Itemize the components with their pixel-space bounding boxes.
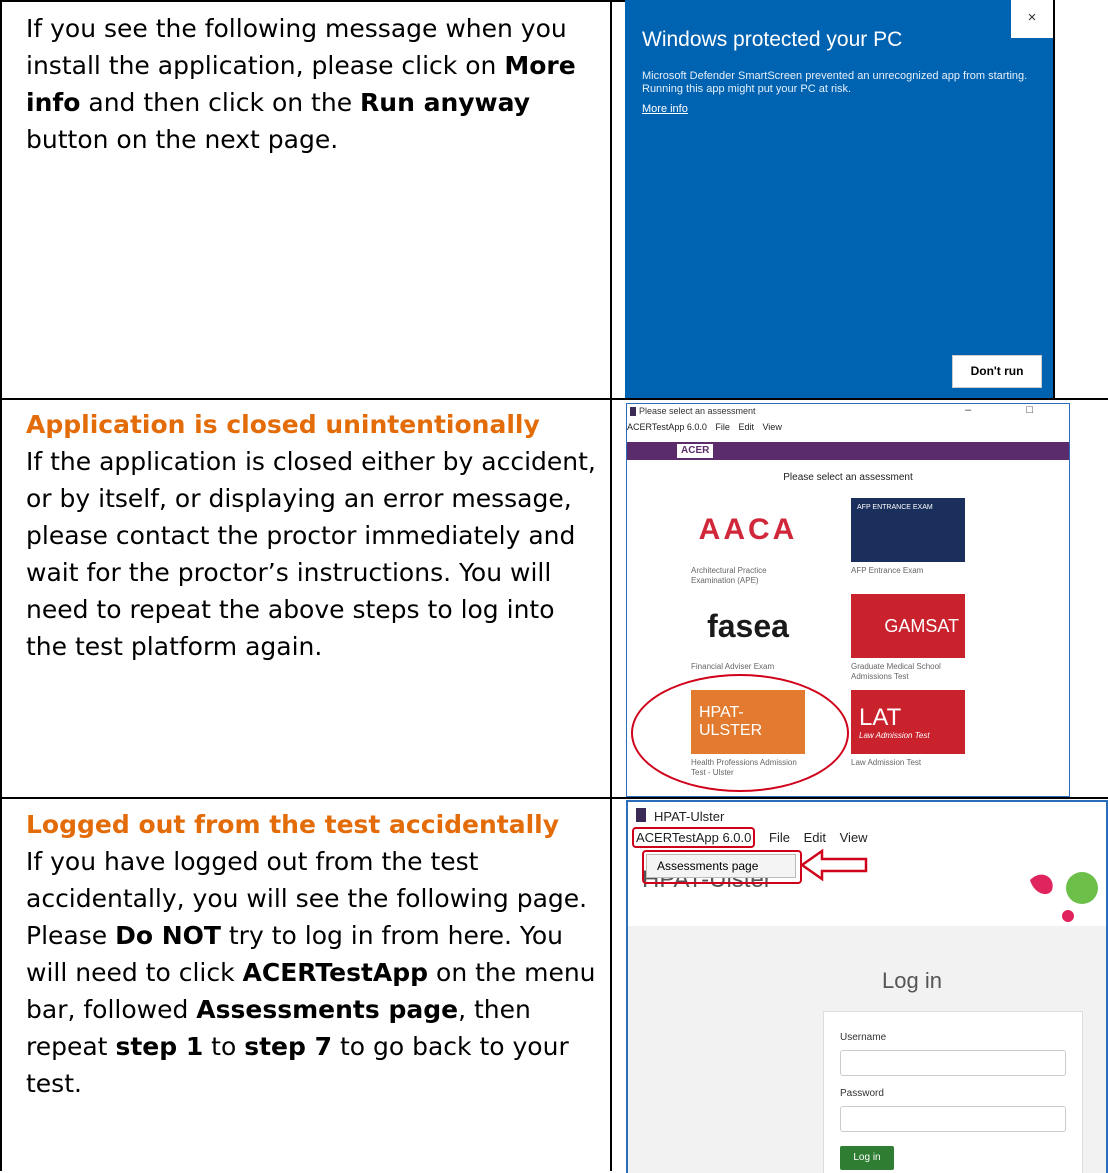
menu-file[interactable]: File — [769, 830, 790, 845]
body-text: and then click on the — [80, 88, 361, 117]
acer-logo: ACER — [677, 444, 714, 458]
gamsat-logo: GAMSAT — [851, 594, 965, 658]
body-text: to — [203, 1032, 245, 1061]
menu-bar: ACERTestApp 6.0.0 File Edit View — [627, 422, 788, 432]
tile-gamsat[interactable]: GAMSAT Graduate Medical School Admission… — [851, 594, 965, 682]
app-icon — [630, 407, 636, 416]
table-border-right-top — [1053, 0, 1055, 400]
decorative-splash-icon — [1030, 872, 1098, 922]
menu-edit[interactable]: Edit — [738, 422, 754, 432]
password-input[interactable] — [840, 1106, 1066, 1132]
username-label: Username — [840, 1032, 887, 1043]
tile-caption: Graduate Medical School Admissions Test — [851, 662, 941, 681]
fasea-logo: fasea — [707, 607, 789, 644]
emphasis-text: Run anyway — [360, 88, 531, 117]
menu-view[interactable]: View — [840, 830, 868, 845]
password-label: Password — [840, 1088, 884, 1099]
username-input[interactable] — [840, 1050, 1066, 1076]
window-title: HPAT-Ulster — [654, 809, 725, 824]
emphasis-text: ACERTestApp — [242, 958, 429, 987]
select-prompt: Please select an assessment — [783, 472, 913, 483]
tile-afp[interactable]: AFP ENTRANCE EXAM AFP Entrance Exam — [851, 498, 965, 576]
close-icon[interactable]: × — [1011, 0, 1053, 38]
emphasis-text: step 1 — [115, 1032, 204, 1061]
lat-logo-text: LAT — [859, 703, 902, 731]
more-info-link[interactable]: More info — [642, 103, 688, 115]
window-controls[interactable]: – □ — [965, 404, 1059, 416]
instruction-table: If you see the following message when yo… — [0, 0, 1108, 1173]
row-1-instructions: If you see the following message when yo… — [26, 10, 596, 158]
tile-caption: Financial Adviser Exam — [691, 662, 775, 671]
window-titlebar: Please select an assessment – □ — [627, 404, 1069, 420]
body-text: button on the next page. — [26, 125, 339, 154]
body-text: If the application is closed either by a… — [26, 447, 596, 661]
menu-view[interactable]: View — [762, 422, 781, 432]
smartscreen-dialog-screenshot: Windows protected your PC Microsoft Defe… — [625, 0, 1053, 398]
tile-fasea[interactable]: fasea Financial Adviser Exam — [691, 594, 805, 672]
assessment-selection-screenshot: Please select an assessment – □ ACERTest… — [626, 403, 1070, 797]
emphasis-text: Do NOT — [115, 921, 221, 950]
highlight-circle — [631, 674, 849, 792]
smartscreen-title: Windows protected your PC — [642, 28, 903, 51]
dont-run-button[interactable]: Don't run — [952, 355, 1042, 388]
table-row-divider-1 — [0, 398, 1108, 400]
smartscreen-message: Microsoft Defender SmartScreen prevented… — [642, 70, 1028, 95]
login-page-screenshot: HPAT-Ulster ACERTestApp 6.0.0 File Edit … — [626, 800, 1108, 1173]
login-form: Username Password Log in — [823, 1011, 1083, 1173]
menu-bar: ACERTestApp 6.0.0 File Edit View — [632, 827, 878, 848]
menu-edit[interactable]: Edit — [804, 830, 826, 845]
menu-file[interactable]: File — [715, 422, 730, 432]
tile-caption: Law Admission Test — [851, 758, 922, 767]
emphasis-text: step 7 — [244, 1032, 332, 1061]
table-border-left — [0, 0, 2, 1171]
app-icon — [636, 808, 646, 822]
window-title: Please select an assessment — [639, 406, 756, 416]
afp-logo: AFP ENTRANCE EXAM — [851, 498, 965, 562]
aaca-logo: AACA — [691, 498, 805, 562]
tile-aaca[interactable]: AACA Architectural Practice Examination … — [691, 498, 805, 586]
highlight-box — [642, 850, 802, 884]
row-heading: Logged out from the test accidentally — [26, 810, 560, 839]
menu-acertestapp[interactable]: ACERTestApp 6.0.0 — [627, 422, 707, 432]
tile-lat[interactable]: LAT Law Admission Test Law Admission Tes… — [851, 690, 965, 768]
login-title: Log in — [882, 968, 942, 993]
menu-acertestapp[interactable]: ACERTestApp 6.0.0 — [632, 827, 756, 848]
login-button[interactable]: Log in — [840, 1146, 894, 1170]
row-2-instructions: Application is closed unintentionally If … — [26, 406, 596, 665]
row-3-instructions: Logged out from the test accidentally If … — [26, 806, 596, 1102]
tile-caption: Architectural Practice Examination (APE) — [691, 566, 767, 585]
tile-caption: AFP Entrance Exam — [851, 566, 924, 575]
table-row-divider-2 — [0, 797, 1108, 799]
emphasis-text: Assessments page — [196, 995, 459, 1024]
body-text: If you see the following message when yo… — [26, 14, 567, 80]
lat-logo-subtext: Law Admission Test — [859, 730, 930, 740]
lat-logo: LAT Law Admission Test — [851, 690, 965, 754]
table-column-divider — [610, 0, 612, 1171]
arrow-left-icon — [800, 848, 868, 882]
row-heading: Application is closed unintentionally — [26, 410, 540, 439]
